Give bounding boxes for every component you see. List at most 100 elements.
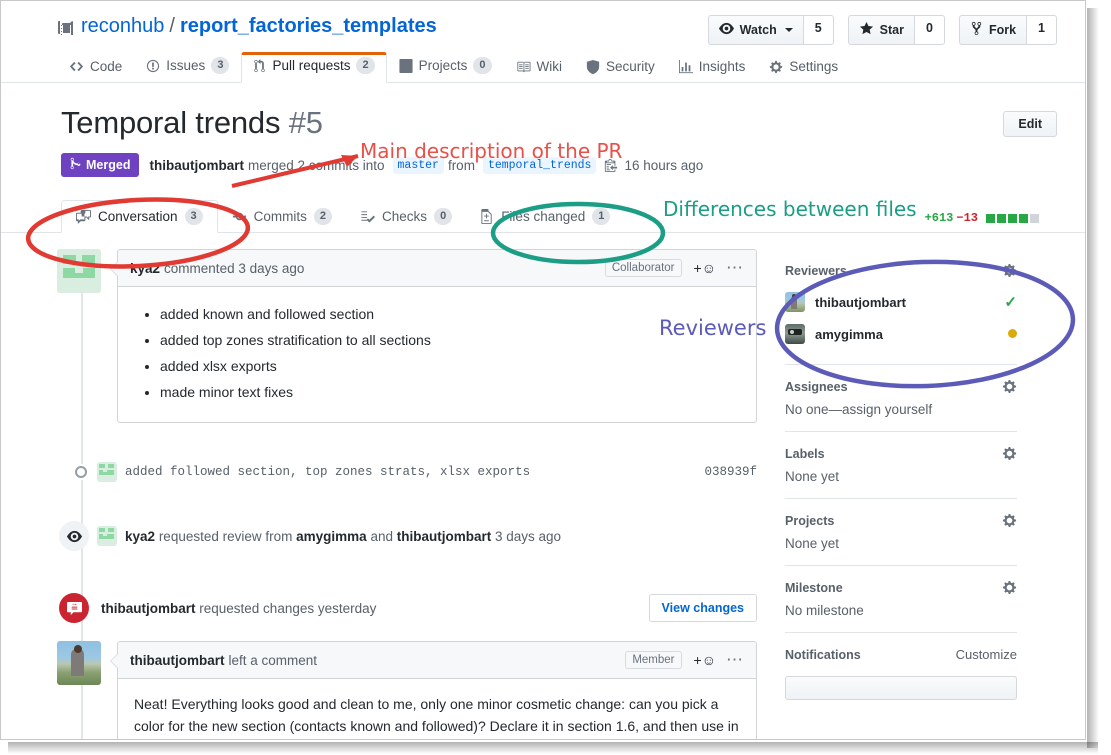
customize-link[interactable]: Customize [956, 647, 1017, 662]
nav-label: Issues [166, 58, 206, 73]
star-button[interactable]: Star [847, 15, 914, 45]
code-icon [69, 59, 84, 74]
notifications-title: Notifications [785, 647, 861, 662]
reviewer-name[interactable]: amygimma [815, 327, 883, 342]
pr-author[interactable]: thibautjombart [149, 158, 244, 173]
reviewer-row: amygimma [785, 318, 1017, 350]
nav-counter: 2 [356, 57, 375, 74]
nav-item-code[interactable]: Code [57, 54, 134, 82]
gear-icon[interactable] [1002, 513, 1017, 528]
milestone-title: Milestone [785, 580, 843, 595]
nav-item-security[interactable]: Security [574, 54, 667, 82]
requested-reviewer-1[interactable]: amygimma [296, 529, 367, 544]
repo-name-link[interactable]: report_factories_templates [180, 15, 437, 38]
tab-counter: 0 [434, 208, 453, 225]
commit-dot-icon [73, 464, 89, 480]
github-pull-request-page: reconhub / report_factories_templates Wa… [0, 0, 1086, 740]
assignees-empty: No one—assign yourself [785, 402, 933, 417]
list-item: made minor text fixes [160, 382, 740, 403]
comment-action: commented 3 days ago [164, 260, 305, 276]
annotation-label-description: Main description of the PR [360, 139, 623, 163]
git-pull-request-icon [253, 58, 266, 73]
projects-title: Projects [785, 513, 835, 528]
view-changes-button[interactable]: View changes [648, 594, 757, 622]
review-event-actor[interactable]: thibautjombart [101, 601, 196, 616]
fork-button[interactable]: Fork [958, 15, 1027, 45]
eye-icon [718, 21, 734, 39]
comment-kya2: kya2 commented 3 days ago Collaborator +… [57, 249, 757, 423]
nav-item-pull-requests[interactable]: Pull requests 2 [241, 52, 387, 83]
diffstat-blocks [986, 213, 1039, 223]
timeline-review-event: thibautjombart requested changes yesterd… [57, 591, 757, 625]
comment-bullet-list: added known and followed section added t… [134, 304, 740, 403]
commit-message[interactable]: added followed section, top zones strats… [125, 465, 530, 479]
comment-menu-icon[interactable]: ⋯ [726, 259, 744, 276]
reviewer-name[interactable]: thibautjombart [815, 295, 906, 310]
edit-button[interactable]: Edit [1003, 111, 1057, 137]
fork-count[interactable]: 1 [1026, 15, 1057, 45]
issue-opened-icon [146, 59, 160, 73]
review-status-approved: ✓ [1004, 293, 1017, 312]
tab-commits[interactable]: Commits 2 [218, 201, 346, 232]
watch-count[interactable]: 5 [802, 15, 834, 45]
star-count[interactable]: 0 [914, 15, 945, 45]
unsubscribe-button[interactable] [785, 676, 1017, 700]
avatar[interactable] [57, 249, 101, 293]
avatar[interactable] [57, 641, 101, 685]
fork-label: Fork [988, 23, 1017, 37]
nav-item-issues[interactable]: Issues 3 [134, 52, 241, 82]
repo-header: reconhub / report_factories_templates Wa… [1, 1, 1085, 45]
comment-author[interactable]: kya2 [130, 261, 160, 276]
tab-files-changed[interactable]: Files changed 1 [466, 201, 624, 232]
review-event-verb: requested changes yesterday [199, 600, 377, 616]
labels-empty: None yet [785, 469, 840, 484]
commit-sha[interactable]: 038939f [704, 465, 757, 479]
avatar-mini[interactable] [97, 462, 117, 482]
watch-button-group: Watch 5 [707, 15, 834, 45]
gear-icon[interactable] [1002, 263, 1017, 278]
sidebar-section-milestone: Milestone No milestone [785, 566, 1017, 633]
nav-item-wiki[interactable]: Wiki [504, 54, 575, 82]
nav-item-settings[interactable]: Settings [757, 54, 850, 82]
comment-author[interactable]: thibautjombart [130, 653, 225, 668]
book-icon [516, 60, 531, 74]
nav-item-projects[interactable]: Projects 0 [387, 52, 504, 82]
pr-tabs: Conversation 3 Commits 2 Checks 0 Files … [1, 199, 1085, 233]
sidebar-heading: Notifications Customize [785, 635, 1017, 670]
tab-conversation[interactable]: Conversation 3 [61, 200, 218, 233]
avatar-mini[interactable] [97, 526, 117, 546]
tab-counter: 1 [592, 208, 611, 225]
diffstat-deletions: −13 [956, 211, 978, 225]
gear-icon[interactable] [1002, 379, 1017, 394]
comment-menu-icon[interactable]: ⋯ [726, 651, 744, 668]
star-button-group: Star 0 [847, 15, 945, 45]
star-icon [859, 21, 874, 39]
review-request-actor[interactable]: kya2 [125, 529, 155, 544]
reviewer-row: thibautjombart ✓ [785, 286, 1017, 318]
requested-reviewer-2[interactable]: thibautjombart [397, 529, 492, 544]
avatar[interactable] [785, 324, 805, 344]
diffstat-block [1030, 213, 1039, 223]
tab-checks[interactable]: Checks 0 [346, 201, 466, 232]
add-reaction-icon[interactable]: +☺ [694, 260, 716, 276]
pr-sidebar: Reviewers thibautjombart ✓ amygimma Assi… [785, 249, 1017, 739]
author-association-badge: Member [625, 651, 682, 669]
diffstat-block [997, 213, 1006, 223]
tab-counter: 3 [184, 208, 203, 225]
sidebar-section-notifications: Notifications Customize [785, 633, 1017, 714]
sidebar-heading: Milestone [785, 568, 1017, 603]
gear-icon[interactable] [1002, 446, 1017, 461]
add-reaction-icon[interactable]: +☺ [694, 652, 716, 668]
repo-owner-link[interactable]: reconhub [81, 15, 164, 38]
watch-button[interactable]: Watch [707, 15, 803, 45]
repo-nav: Code Issues 3 Pull requests 2 Projects 0… [1, 50, 1085, 83]
reviewers-title: Reviewers [785, 263, 847, 278]
comment-body: Neat! Everything looks good and clean to… [118, 679, 756, 739]
gear-icon[interactable] [1002, 580, 1017, 595]
request-changes-icon [59, 593, 89, 623]
repo-icon [57, 19, 73, 35]
nav-counter: 0 [473, 57, 492, 74]
checklist-icon [360, 209, 376, 224]
nav-item-insights[interactable]: Insights [667, 54, 758, 82]
avatar[interactable] [785, 292, 805, 312]
